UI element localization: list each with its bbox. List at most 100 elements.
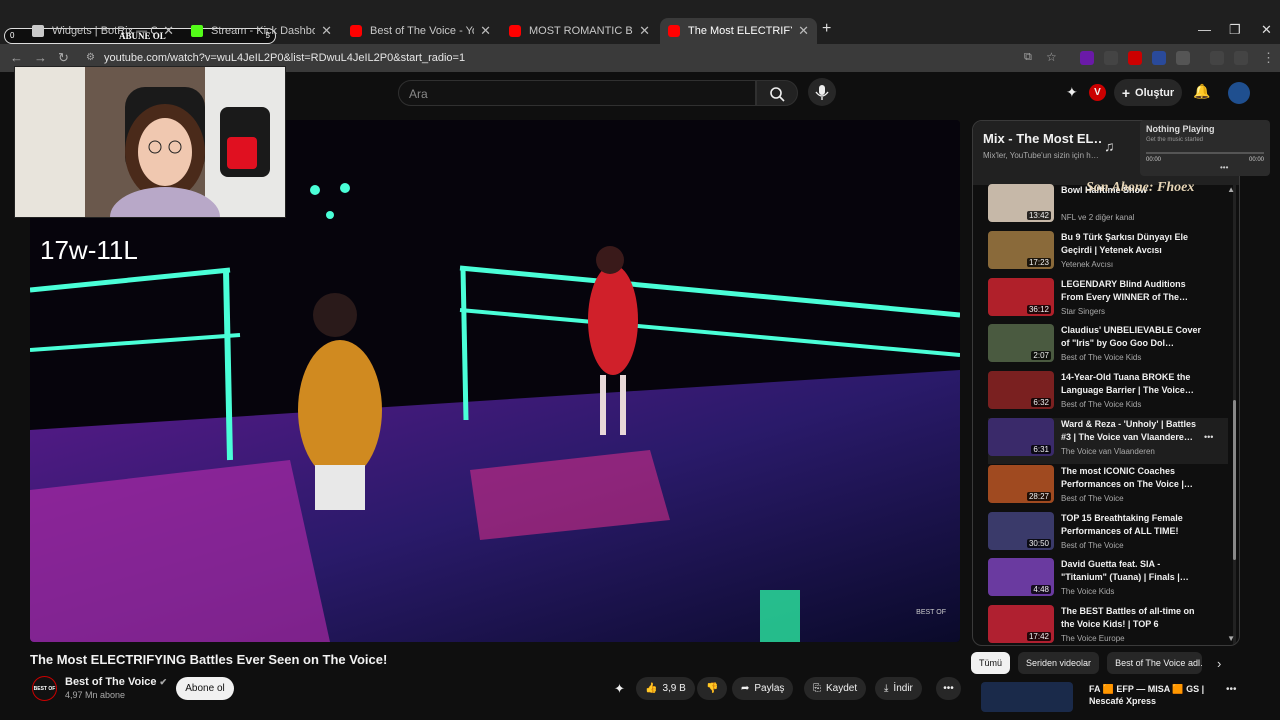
playlist-item-channel: The Voice Europe [1061,634,1125,644]
playlist-item[interactable]: 36:12 LEGENDARY Blind Auditions From Ever… [988,277,1228,324]
vivid-badge-icon[interactable]: V [1089,84,1106,101]
dislike-button[interactable]: 👎 [697,677,728,700]
scroll-down-icon[interactable]: ▼ [1227,634,1235,643]
voice-search-button[interactable] [808,78,836,106]
more-horizontal-icon[interactable]: ••• [1220,163,1228,172]
filter-chips: Tümü Seriden videolar Best of The Voice … [971,652,1203,674]
mix-subtitle: Mix'ler, YouTube'un sizin için h… [983,151,1099,160]
browser-menu-icon[interactable]: ⋮ [1262,50,1275,66]
playlist-item-duration: 17:23 [1026,257,1051,267]
site-info-icon[interactable]: ⚙ [86,52,95,63]
tab-kick-dashboard[interactable]: Stream - Kick Dashboard ✕ [183,18,340,44]
playlist-item-channel: The Voice van Vlaanderen [1061,447,1155,456]
playlist-item-thumbnail[interactable]: 28:27 [988,464,1054,503]
playlist-scrollbar[interactable] [1233,185,1236,645]
download-button[interactable]: ⤓ İndir [875,677,922,700]
playlist-item[interactable]: 6:31 Ward & Reza - 'Unholy' | Battles #3 … [988,418,1228,464]
now-playing-subtitle: Get the music started [1146,137,1204,143]
maximize-icon[interactable]: ❐ [1229,22,1241,38]
profile-icon[interactable] [1234,51,1248,65]
chip-channel[interactable]: Best of The Voice adl… [1107,652,1203,674]
more-vertical-icon[interactable]: ••• [1204,432,1213,442]
playlist-item-thumbnail[interactable]: 30:50 [988,511,1054,550]
extension-icon[interactable] [1080,51,1094,65]
playlist-item[interactable]: 6:32 14-Year-Old Tuana BROKE the Language… [988,371,1228,417]
playlist-item[interactable]: 4:48 David Guetta feat. SIA - "Titanium" … [988,558,1228,604]
playlist-item[interactable]: 17:23 Bu 9 Türk Şarkısı Dünyayı Ele Geçir… [988,230,1228,277]
scroll-up-icon[interactable]: ▲ [1227,185,1235,194]
close-window-icon[interactable]: ✕ [1261,22,1272,38]
tab-widgets[interactable]: Widgets | BotRix — Cloud Stre… ✕ [24,18,182,44]
chevron-right-icon[interactable]: › [1217,656,1221,671]
media-control-icon[interactable] [1210,51,1224,65]
back-icon[interactable]: ← [10,50,23,65]
extension-icon[interactable] [1104,51,1118,65]
microphone-icon [815,85,829,100]
tab-most-electrifying[interactable]: The Most ELECTRIFYING Battles… ✕ [660,18,817,44]
playlist-item-thumbnail[interactable]: 17:23 [988,230,1054,269]
like-button[interactable]: 👍 3,9 B [636,677,695,700]
playlist-item-title: Ward & Reza - 'Unholy' | Battles #3 | Th… [1061,419,1196,442]
tab-best-of-the-voice[interactable]: Best of The Voice - YouTube ✕ [342,18,499,44]
tab-most-romantic[interactable]: MOST ROMANTIC Boy/Girl Du… ✕ [501,18,658,44]
extensions-puzzle-icon[interactable] [1176,51,1190,65]
url-field[interactable]: youtube.com/watch?v=wuL4JeIL2P0&list=RDw… [104,52,465,64]
up-next-title[interactable]: FA 🟧 EFP — MISA 🟧 GS | Nescafé Xpress Ch… [1089,683,1217,707]
playlist-item-thumbnail[interactable]: 13:42 [988,184,1054,222]
install-app-icon[interactable]: ⧉ [1024,51,1032,64]
win-loss-overlay: 17w-11L [40,235,138,265]
extension-icon[interactable] [1152,51,1166,65]
now-playing-title: Nothing Playing [1146,124,1215,134]
tab-label: The Most ELECTRIFYING Battles… [688,25,792,37]
sparkle-icon[interactable]: ✦ [614,681,625,697]
channel-name[interactable]: Best of The Voice ✔ [65,676,167,688]
reload-icon[interactable]: ↻ [58,50,69,66]
save-label: Kaydet [826,683,858,694]
forward-icon[interactable]: → [34,50,47,65]
playlist-item-title: The BEST Battles of all-time on the Voic… [1061,606,1195,630]
playlist-item-thumbnail[interactable]: 6:31 [988,418,1054,456]
vivid-extension-icon[interactable] [1128,51,1142,65]
subscribe-button[interactable]: Abone ol [176,677,234,700]
create-button[interactable]: + Oluştur [1114,79,1182,106]
up-next-thumbnail[interactable] [981,682,1073,712]
youtube-favicon-icon [350,25,362,37]
playlist-item-thumbnail[interactable]: 6:32 [988,371,1054,410]
playlist-item-title: 14-Year-Old Tuana BROKE the Language Bar… [1061,372,1194,396]
playlist-item-thumbnail[interactable]: 2:07 [988,324,1054,363]
playlist-item[interactable]: 2:07 Claudius' UNBELIEVABLE Cover of "Iri… [988,324,1228,370]
share-button[interactable]: ➦ Paylaş [732,677,794,700]
search-button[interactable] [756,80,798,106]
channel-avatar[interactable]: BEST OF [32,676,57,701]
search-input[interactable]: Ara [398,80,756,106]
playlist-item-duration: 2:07 [1031,351,1051,361]
close-tab-icon[interactable]: ✕ [639,23,650,39]
chip-series[interactable]: Seriden videolar [1018,652,1100,674]
minimize-icon[interactable]: — [1198,22,1211,37]
playlist-scrollbar-thumb[interactable] [1233,400,1236,560]
browser-tab-bar: 0 ABUNE OL 5 Widgets | BotRix — Cloud St… [0,0,1280,44]
video-title: The Most ELECTRIFYING Battles Ever Seen … [30,652,388,667]
new-tab-icon[interactable]: + [822,20,831,38]
chip-all[interactable]: Tümü [971,652,1011,674]
playlist-item[interactable]: 28:27 The most ICONIC Coaches Performance… [988,464,1228,511]
avatar[interactable] [1228,82,1250,104]
playlist-item[interactable]: 17:42 The BEST Battles of all-time on the… [988,605,1228,645]
playlist-item-channel: NFL ve 2 diğer kanal [1061,213,1135,222]
close-tab-icon[interactable]: ✕ [321,23,332,39]
sparkle-icon[interactable]: ✦ [1066,84,1078,101]
playlist-item-thumbnail[interactable]: 4:48 [988,558,1054,597]
close-tab-icon[interactable]: ✕ [798,23,809,39]
more-vertical-icon[interactable]: ••• [1226,684,1237,695]
overlay-left-count: 0 [10,31,15,40]
playlist-item-thumbnail[interactable]: 36:12 [988,277,1054,316]
more-actions-button[interactable]: ••• [936,677,961,700]
close-tab-icon[interactable]: ✕ [480,23,491,39]
streamer-webcam [14,66,286,218]
playlist-item[interactable]: 30:50 TOP 15 Breathtaking Female Performa… [988,511,1228,558]
bookmark-star-icon[interactable]: ☆ [1046,50,1057,64]
close-tab-icon[interactable]: ✕ [163,23,174,39]
notifications-bell-icon[interactable]: 🔔 [1193,83,1210,100]
save-button[interactable]: ⎘ Kaydet [804,677,867,700]
playlist-item-thumbnail[interactable]: 17:42 [988,605,1054,644]
